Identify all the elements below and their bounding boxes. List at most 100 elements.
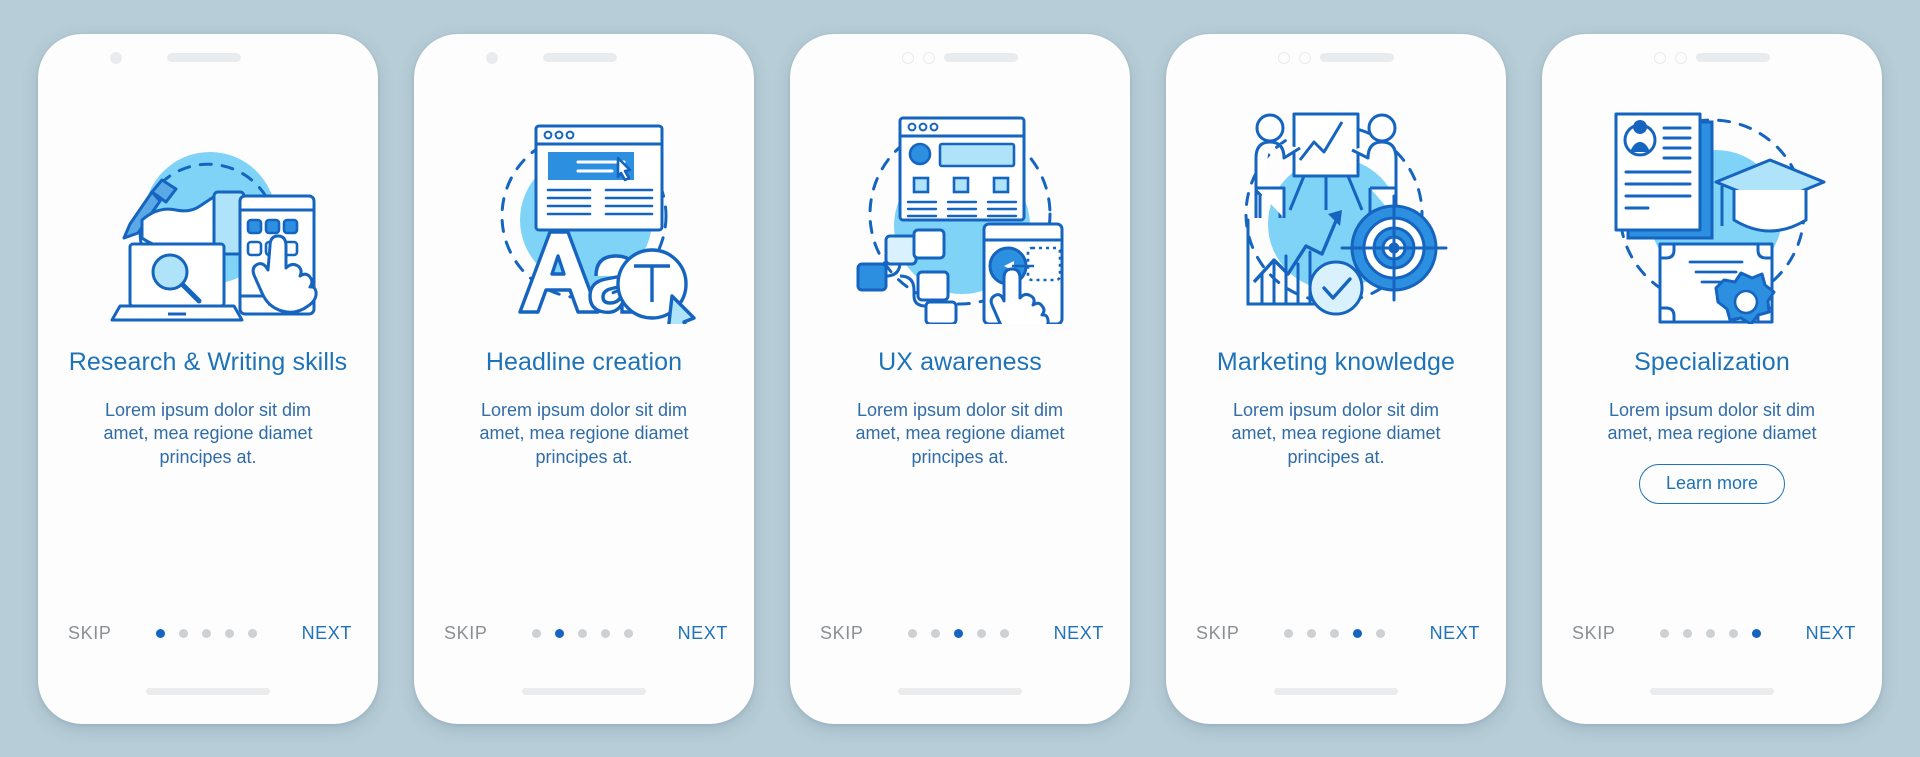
step-dot-3[interactable] [202, 629, 211, 638]
onboarding-phone-4: Marketing knowledge Lorem ipsum dolor si… [1166, 33, 1506, 724]
skip-button[interactable]: SKIP [1572, 623, 1615, 644]
text-block-2: Headline creation Lorem ipsum dolor sit … [414, 317, 754, 608]
step-dots [1284, 629, 1385, 638]
speaker-bar-icon [543, 53, 617, 62]
sensor-ring-icon [923, 51, 935, 64]
illustration-ux-awareness [790, 82, 1130, 324]
text-block-5: Specialization Lorem ipsum dolor sit dim… [1542, 317, 1882, 608]
step-dot-2[interactable] [1683, 629, 1692, 638]
screen-title: Research & Writing skills [68, 347, 348, 376]
step-dot-5[interactable] [248, 629, 257, 638]
home-indicator-wrap-1 [38, 660, 378, 724]
hand-pencil-laptop-magnifier-tablet-icon [110, 152, 318, 322]
home-indicator-bar[interactable] [146, 688, 270, 695]
step-dot-1[interactable] [1660, 629, 1669, 638]
phone-status-bar-1 [38, 34, 378, 82]
step-dots [156, 629, 257, 638]
screen-description: Lorem ipsum dolor sit dim amet, mea regi… [1607, 399, 1817, 444]
step-dot-4[interactable] [1729, 629, 1738, 638]
illustration-research-writing [38, 82, 378, 322]
step-dot-5[interactable] [1752, 629, 1761, 638]
typography-browser-window-icon [500, 124, 696, 324]
presentation-chart-target-icon [1244, 112, 1448, 316]
screen-title: Specialization [1634, 347, 1790, 376]
text-block-4: Marketing knowledge Lorem ipsum dolor si… [1166, 317, 1506, 608]
illustration-marketing-knowledge [1166, 82, 1506, 317]
onboarding-phone-5: Specialization Lorem ipsum dolor sit dim… [1542, 33, 1882, 724]
skip-button[interactable]: SKIP [68, 623, 111, 644]
step-dots [908, 629, 1009, 638]
step-dots [532, 629, 633, 638]
home-indicator-bar[interactable] [898, 688, 1022, 695]
step-dot-2[interactable] [179, 629, 188, 638]
screen-title: Marketing knowledge [1216, 347, 1456, 376]
speaker-bar-icon [1320, 53, 1394, 62]
home-indicator-wrap-3 [790, 660, 1130, 724]
next-button[interactable]: NEXT [1806, 623, 1856, 644]
screen-description: Lorem ipsum dolor sit dim amet, mea regi… [103, 399, 313, 468]
text-block-1: Research & Writing skills Lorem ipsum do… [38, 317, 378, 608]
onboarding-phone-2: Headline creation Lorem ipsum dolor sit … [414, 33, 754, 724]
next-button[interactable]: NEXT [302, 623, 352, 644]
learn-more-button[interactable]: Learn more [1638, 464, 1786, 504]
step-dot-1[interactable] [532, 629, 541, 638]
next-button[interactable]: NEXT [678, 623, 728, 644]
step-dots [1660, 629, 1761, 638]
onboarding-nav-2: SKIP NEXT [414, 608, 754, 660]
phone-status-bar-4 [1166, 34, 1506, 82]
onboarding-nav-1: SKIP NEXT [38, 608, 378, 660]
text-block-3: UX awareness Lorem ipsum dolor sit dim a… [790, 317, 1130, 608]
camera-ring-icon [1654, 51, 1666, 64]
home-indicator-wrap-2 [414, 660, 754, 724]
home-indicator-bar[interactable] [522, 688, 646, 695]
step-dot-5[interactable] [1000, 629, 1009, 638]
screen-description: Lorem ipsum dolor sit dim amet, mea regi… [855, 399, 1065, 468]
step-dot-4[interactable] [225, 629, 234, 638]
next-button[interactable]: NEXT [1054, 623, 1104, 644]
illustration-headline-creation [414, 82, 754, 324]
step-dot-2[interactable] [1307, 629, 1316, 638]
step-dot-4[interactable] [977, 629, 986, 638]
skip-button[interactable]: SKIP [1196, 623, 1239, 644]
sensor-ring-icon [1675, 51, 1687, 64]
screen-title: UX awareness [878, 347, 1042, 376]
step-dot-3[interactable] [1706, 629, 1715, 638]
step-dot-2[interactable] [931, 629, 940, 638]
speaker-bar-icon [1696, 53, 1770, 62]
step-dot-1[interactable] [908, 629, 917, 638]
step-dot-5[interactable] [1376, 629, 1385, 638]
camera-ring-icon [902, 51, 914, 64]
resume-graduation-cap-certificate-icon [1614, 112, 1826, 324]
phone-status-bar-5 [1542, 34, 1882, 82]
home-indicator-bar[interactable] [1650, 688, 1774, 695]
step-dot-1[interactable] [1284, 629, 1293, 638]
home-indicator-wrap-5 [1542, 660, 1882, 724]
onboarding-nav-5: SKIP NEXT [1542, 608, 1882, 660]
onboarding-screens-stage: Research & Writing skills Lorem ipsum do… [0, 0, 1920, 757]
screen-description: Lorem ipsum dolor sit dim amet, mea regi… [479, 399, 689, 468]
step-dot-5[interactable] [624, 629, 633, 638]
home-indicator-bar[interactable] [1274, 688, 1398, 695]
screen-title: Headline creation [485, 347, 683, 376]
camera-dot-icon [110, 51, 122, 64]
speaker-bar-icon [167, 53, 241, 62]
skip-button[interactable]: SKIP [444, 623, 487, 644]
onboarding-nav-4: SKIP NEXT [1166, 608, 1506, 660]
sensor-ring-icon [1299, 51, 1311, 64]
next-button[interactable]: NEXT [1430, 623, 1480, 644]
step-dot-3[interactable] [954, 629, 963, 638]
step-dot-2[interactable] [555, 629, 564, 638]
wireframe-flowchart-mobile-tap-icon [856, 116, 1064, 324]
camera-dot-icon [486, 51, 498, 64]
step-dot-4[interactable] [1353, 629, 1362, 638]
skip-button[interactable]: SKIP [820, 623, 863, 644]
onboarding-nav-3: SKIP NEXT [790, 608, 1130, 660]
step-dot-3[interactable] [1330, 629, 1339, 638]
step-dot-1[interactable] [156, 629, 165, 638]
phone-status-bar-3 [790, 34, 1130, 82]
home-indicator-wrap-4 [1166, 660, 1506, 724]
step-dot-4[interactable] [601, 629, 610, 638]
illustration-specialization [1542, 82, 1882, 324]
speaker-bar-icon [944, 53, 1018, 62]
step-dot-3[interactable] [578, 629, 587, 638]
